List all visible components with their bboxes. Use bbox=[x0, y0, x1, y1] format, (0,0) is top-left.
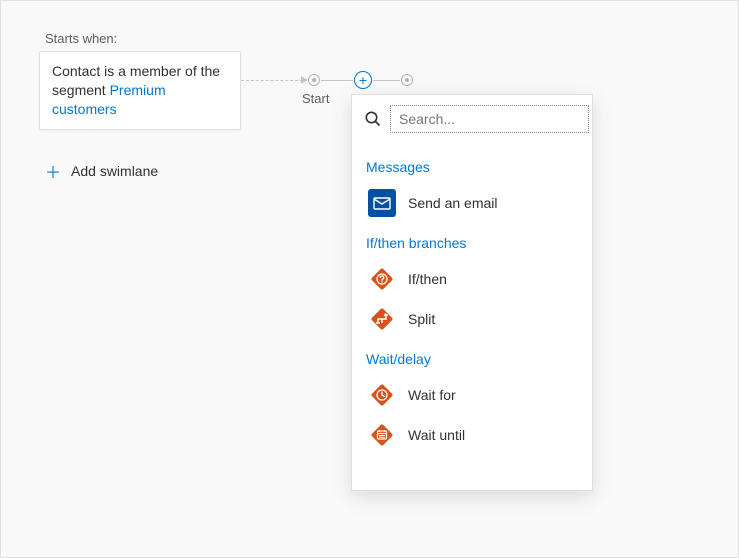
start-node[interactable] bbox=[308, 74, 320, 86]
action-item-send-email[interactable]: Send an email bbox=[366, 183, 578, 223]
action-list-scroll[interactable]: Messages Send an email If/then branches If/… bbox=[352, 141, 592, 490]
trigger-card[interactable]: Contact is a member of the segment Premi… bbox=[39, 51, 241, 130]
action-item-label: Split bbox=[408, 311, 435, 327]
add-step-node[interactable]: + bbox=[354, 71, 372, 89]
action-picker-panel: Messages Send an email If/then branches If/… bbox=[351, 94, 593, 491]
group-title: Wait/delay bbox=[366, 351, 578, 367]
connector-line bbox=[321, 80, 353, 81]
action-item-split[interactable]: Split bbox=[366, 299, 578, 339]
arrowhead-icon bbox=[301, 76, 308, 84]
connector-line bbox=[373, 80, 400, 81]
add-swimlane-label: Add swimlane bbox=[71, 163, 158, 179]
add-swimlane-button[interactable]: ＋ Add swimlane bbox=[45, 159, 158, 183]
action-item-wait-until[interactable]: Wait until bbox=[366, 415, 578, 455]
group-title: If/then branches bbox=[366, 235, 578, 251]
action-item-if-then[interactable]: If/then bbox=[366, 259, 578, 299]
group-title: Messages bbox=[366, 159, 578, 175]
end-node[interactable] bbox=[401, 74, 413, 86]
plus-icon: ＋ bbox=[45, 159, 61, 183]
starts-when-label: Starts when: bbox=[45, 31, 117, 46]
search-input[interactable] bbox=[390, 105, 589, 133]
journey-connector: + bbox=[241, 70, 416, 90]
start-node-label: Start bbox=[302, 91, 329, 106]
clock-icon bbox=[368, 381, 396, 409]
action-item-wait-for[interactable]: Wait for bbox=[366, 375, 578, 415]
split-icon bbox=[368, 305, 396, 333]
connector-dashed-line bbox=[241, 80, 303, 81]
action-item-label: Wait until bbox=[408, 427, 465, 443]
action-item-label: If/then bbox=[408, 271, 447, 287]
action-item-label: Wait for bbox=[408, 387, 456, 403]
question-icon bbox=[368, 265, 396, 293]
mail-icon bbox=[368, 189, 396, 217]
search-icon bbox=[364, 109, 382, 129]
calendar-icon bbox=[368, 421, 396, 449]
action-item-label: Send an email bbox=[408, 195, 498, 211]
